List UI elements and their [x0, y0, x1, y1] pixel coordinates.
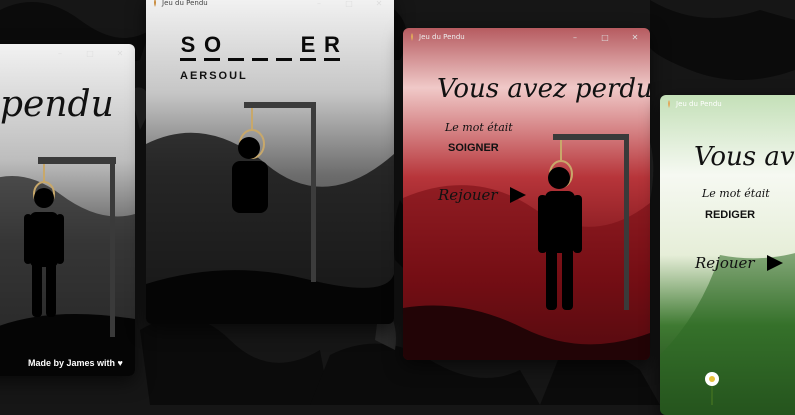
word-slots: S O E R — [180, 32, 340, 61]
slot-letter: O — [204, 32, 221, 61]
revealed-word: REDIGER — [705, 209, 756, 221]
replay-label: Rejouer — [695, 254, 755, 272]
replay-button[interactable]: Rejouer — [438, 186, 528, 204]
app-icon — [668, 100, 670, 108]
lost-heading-fragment: pendu — [0, 84, 114, 125]
window-title: Jeu du Pendu — [162, 0, 208, 7]
close-button[interactable]: ✕ — [364, 0, 394, 8]
left-game-window: – □ ✕ pendu Made by James with ♥ — [0, 44, 135, 376]
app-icon — [411, 33, 413, 41]
replay-label: Rejouer — [438, 186, 498, 204]
heart-icon: ♥ — [117, 358, 123, 368]
close-button[interactable]: ✕ — [620, 33, 650, 42]
play-icon — [766, 255, 783, 271]
lost-window-green: Jeu du Pendu Vous avez Le mot était REDI… — [660, 95, 795, 415]
word-label: Le mot était — [702, 187, 770, 200]
play-icon — [509, 187, 526, 203]
close-button[interactable]: ✕ — [105, 49, 135, 58]
daisy-flower — [705, 372, 719, 386]
lost-heading: Vous avez perdu — [437, 74, 650, 104]
lost-heading: Vous avez — [694, 142, 795, 172]
window-title: Jeu du Pendu — [676, 100, 722, 108]
credit-label: Made by James with — [28, 358, 116, 368]
minimize-button[interactable]: – — [304, 0, 334, 8]
slot-letter — [228, 32, 244, 61]
slot-letter — [252, 32, 268, 61]
guessed-letters: AERSOUL — [180, 70, 248, 82]
credit-text: Made by James with ♥ — [28, 358, 123, 368]
app-icon — [154, 0, 156, 7]
game-window: Jeu du Pendu – □ ✕ S O E R AERSOUL — [146, 0, 394, 324]
replay-button[interactable]: Rejouer — [695, 254, 785, 272]
maximize-button[interactable]: □ — [590, 33, 620, 42]
minimize-button[interactable]: – — [560, 33, 590, 42]
slot-letter — [276, 32, 292, 61]
word-label: Le mot était — [445, 121, 513, 134]
minimize-button[interactable]: – — [45, 49, 75, 58]
slot-letter: R — [324, 32, 340, 61]
slot-letter: E — [300, 32, 316, 61]
revealed-word: SOIGNER — [448, 142, 499, 154]
window-title: Jeu du Pendu — [419, 33, 465, 41]
maximize-button[interactable]: □ — [75, 49, 105, 58]
maximize-button[interactable]: □ — [334, 0, 364, 8]
slot-letter: S — [180, 32, 196, 61]
lost-window-red: Jeu du Pendu – □ ✕ Vous avez perdu Le mo… — [403, 28, 650, 360]
